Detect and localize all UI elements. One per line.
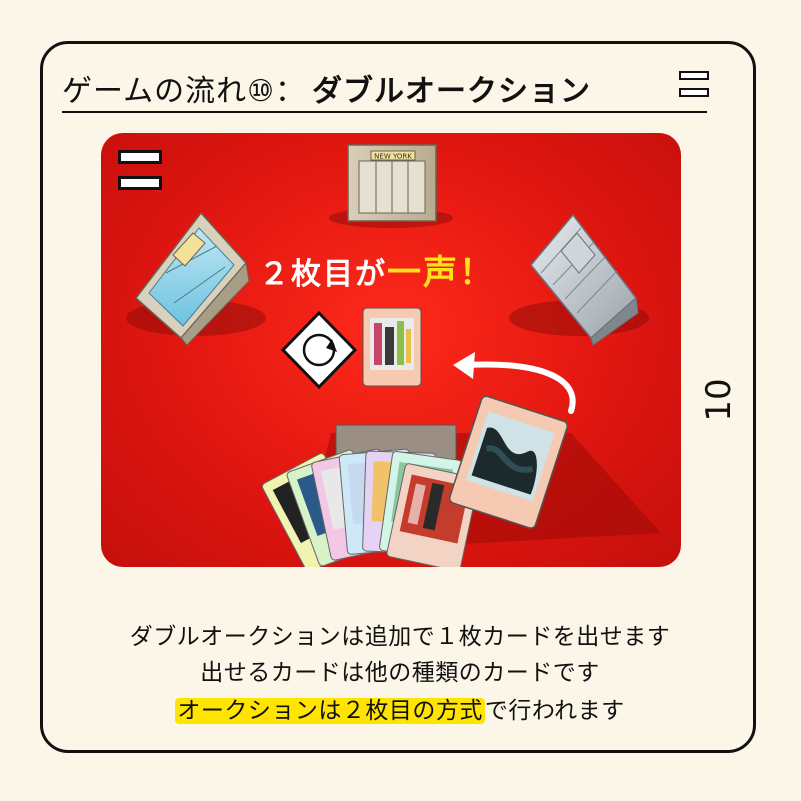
rotate-cycle-icon — [280, 310, 358, 390]
arrow-head-icon — [453, 352, 475, 379]
callout-prefix: ２枚目が — [259, 257, 387, 292]
title-mark-icon — [679, 71, 709, 97]
callout-highlight: 一声！ — [387, 253, 495, 293]
scene-mark-icon — [118, 150, 162, 190]
hand-of-cards — [261, 395, 569, 567]
page-number: 10 — [699, 378, 739, 422]
title-sub: ダブルオークション — [312, 74, 591, 109]
title-main: ゲームの流れ⑩： — [62, 74, 306, 109]
caption-line-3-rest: で行われます — [484, 698, 625, 724]
scene-callout: ２枚目が一声！ — [259, 245, 495, 294]
caption-line-3: オークションは２枚目の方式で行われます — [60, 691, 740, 725]
caption-line-1: ダブルオークションは追加で１枚カードを出せます — [129, 624, 671, 650]
played-card — [362, 307, 422, 387]
caption-line-2: 出せるカードは他の種類のカードです — [200, 660, 600, 686]
page-title: ゲームの流れ⑩： ダブルオークション — [62, 66, 591, 109]
scene-illustration: NEW YORK — [126, 144, 661, 567]
caption-highlight: オークションは２枚目の方式 — [175, 698, 485, 724]
game-scene: NEW YORK ２枚目が一声！ — [101, 133, 681, 567]
building-label-newyork: NEW YORK — [374, 153, 412, 161]
title-underline — [62, 111, 707, 113]
building-newyork: NEW YORK — [347, 144, 437, 222]
